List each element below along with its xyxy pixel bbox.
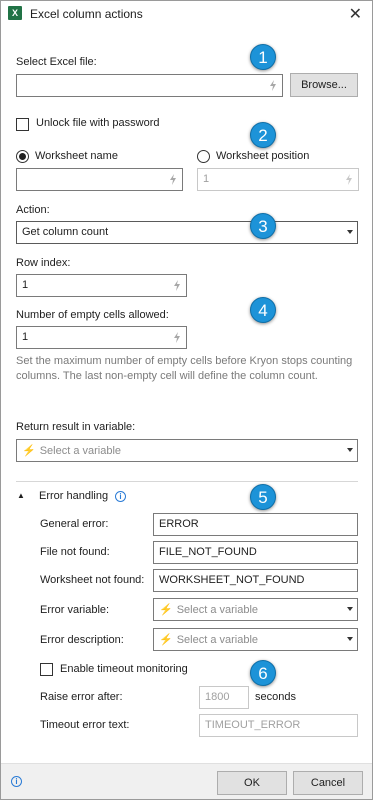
- dialog-window: X Excel column actions ✕ Select Excel fi…: [0, 0, 373, 800]
- raise-after-label: Raise error after:: [40, 691, 123, 703]
- bolt-icon[interactable]: [345, 174, 353, 185]
- step-badge-2: 2: [250, 122, 276, 148]
- excel-app-icon: X: [8, 6, 22, 20]
- excel-file-input[interactable]: [16, 74, 283, 97]
- close-icon[interactable]: ✕: [349, 4, 362, 24]
- row-index-label: Row index:: [16, 257, 71, 269]
- step-badge-6: 6: [250, 660, 276, 686]
- collapse-caret-icon[interactable]: ▲: [17, 491, 25, 500]
- worksheet-name-radio[interactable]: [16, 150, 29, 163]
- dialog-title: Excel column actions: [30, 7, 143, 21]
- file-not-found-input[interactable]: FILE_NOT_FOUND: [153, 541, 358, 564]
- bolt-icon[interactable]: [169, 174, 177, 185]
- chevron-down-icon: [347, 637, 353, 641]
- file-not-found-label: File not found:: [40, 546, 110, 558]
- select-file-label: Select Excel file:: [16, 56, 97, 68]
- result-variable-placeholder: Select a variable: [39, 445, 122, 457]
- seconds-label: seconds: [255, 691, 296, 703]
- timeout-checkbox[interactable]: [40, 663, 53, 676]
- dialog-footer: i OK Cancel: [1, 763, 372, 799]
- chevron-down-icon: [347, 448, 353, 452]
- step-badge-3: 3: [250, 213, 276, 239]
- error-description-placeholder: Select a variable: [176, 634, 259, 646]
- raise-after-input[interactable]: 1800: [199, 686, 249, 709]
- error-description-label: Error description:: [40, 634, 124, 646]
- worksheet-not-found-label: Worksheet not found:: [40, 574, 145, 586]
- general-error-label: General error:: [40, 518, 109, 530]
- worksheet-not-found-input[interactable]: WORKSHEET_NOT_FOUND: [153, 569, 358, 592]
- action-value: Get column count: [22, 226, 109, 238]
- bolt-icon[interactable]: [173, 280, 181, 291]
- section-divider: [16, 481, 358, 482]
- worksheet-position-value: 1: [203, 173, 210, 185]
- result-variable-dropdown[interactable]: ⚡ Select a variable: [16, 439, 358, 462]
- timeout-text-input[interactable]: TIMEOUT_ERROR: [199, 714, 358, 737]
- info-icon[interactable]: i: [115, 491, 126, 502]
- action-label: Action:: [16, 204, 50, 216]
- row-index-input[interactable]: 1: [16, 274, 187, 297]
- empty-cells-value: 1: [22, 331, 29, 343]
- timeout-text-label: Timeout error text:: [40, 719, 130, 731]
- variable-bolt-icon: ⚡: [159, 634, 173, 646]
- worksheet-name-label: Worksheet name: [35, 150, 118, 162]
- general-error-input[interactable]: ERROR: [153, 513, 358, 536]
- empty-cells-hint: Set the maximum number of empty cells be…: [16, 355, 353, 382]
- worksheet-position-input[interactable]: 1: [197, 168, 359, 191]
- unlock-file-label: Unlock file with password: [36, 117, 160, 129]
- bolt-icon[interactable]: [173, 332, 181, 343]
- chevron-down-icon: [347, 607, 353, 611]
- bolt-icon[interactable]: [269, 80, 277, 91]
- variable-bolt-icon: ⚡: [159, 604, 173, 616]
- worksheet-position-label: Worksheet position: [216, 150, 310, 162]
- empty-cells-label: Number of empty cells allowed:: [16, 309, 169, 321]
- error-variable-dropdown[interactable]: ⚡ Select a variable: [153, 598, 358, 621]
- timeout-label: Enable timeout monitoring: [60, 663, 188, 675]
- worksheet-name-input[interactable]: [16, 168, 183, 191]
- row-index-value: 1: [22, 279, 29, 291]
- empty-cells-input[interactable]: 1: [16, 326, 187, 349]
- step-badge-5: 5: [250, 484, 276, 510]
- browse-button[interactable]: Browse...: [290, 73, 358, 97]
- step-badge-1: 1: [250, 44, 276, 70]
- step-badge-4: 4: [250, 297, 276, 323]
- action-dropdown[interactable]: Get column count: [16, 221, 358, 244]
- chevron-down-icon: [347, 230, 353, 234]
- cancel-button[interactable]: Cancel: [293, 771, 363, 795]
- unlock-file-checkbox[interactable]: [16, 118, 29, 131]
- error-handling-title: Error handling: [39, 490, 109, 502]
- error-description-dropdown[interactable]: ⚡ Select a variable: [153, 628, 358, 651]
- title-bar: X Excel column actions ✕: [1, 1, 372, 29]
- error-variable-placeholder: Select a variable: [176, 604, 259, 616]
- error-variable-label: Error variable:: [40, 604, 110, 616]
- ok-button[interactable]: OK: [217, 771, 287, 795]
- return-result-label: Return result in variable:: [16, 421, 136, 433]
- help-info-icon[interactable]: i: [11, 776, 22, 787]
- variable-bolt-icon: ⚡: [22, 445, 36, 457]
- worksheet-position-radio[interactable]: [197, 150, 210, 163]
